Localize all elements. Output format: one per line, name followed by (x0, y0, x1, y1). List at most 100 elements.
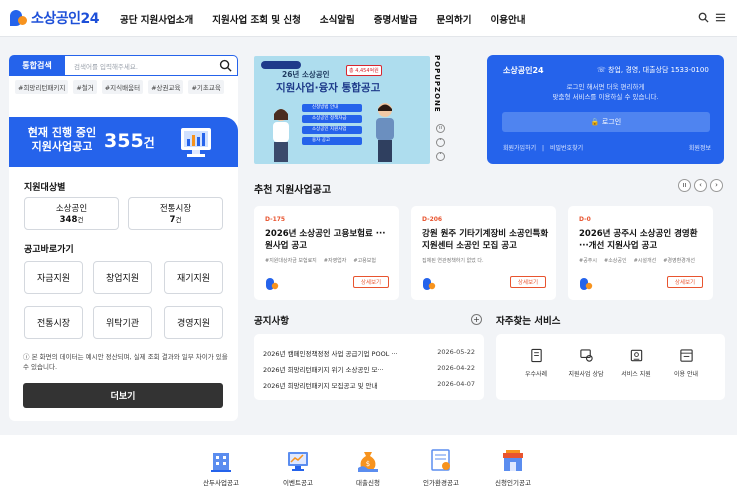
service-item[interactable]: 이용 안내 (661, 348, 711, 378)
card-title: 2026년 공주시 소상공인 경영환···개선 지원사업 공고 (579, 229, 698, 251)
ongoing-count-banner[interactable]: 현재 진행 중인 지원사업공고 355건 (9, 117, 238, 167)
quick-button-fund[interactable]: 자금지원 (24, 261, 83, 294)
main-nav: 공단 지원사업소개 지원사업 조회 및 신청 소식알림 증명서발급 문의하기 이… (120, 12, 544, 26)
footer-quick-links: 산두사업공고 이벤트공고 $ 대출신청 인가환경공고 신청인기공고 (0, 435, 737, 495)
document-icon (530, 348, 542, 363)
search-icon[interactable] (698, 12, 709, 23)
service-item[interactable]: 서비스 지원 (611, 348, 661, 378)
recommend-title: 추천 지원사업공고 (254, 185, 332, 196)
nav-item-apply[interactable]: 지원사업 조회 및 신청 (212, 12, 301, 26)
consult-phone: ☏ 창업, 경영, 대출상담 1533-0100 (597, 66, 709, 74)
chevron-right-icon[interactable]: › (710, 179, 723, 192)
left-panel: 통합검색 검색어를 입력해주세요. #희망리턴패키지 #철거 #지식배움터 #상… (9, 55, 238, 421)
detail-button[interactable]: 상세보기 (353, 276, 389, 288)
popup-banner[interactable]: 26년 소상공인 총 4,454억원 지원사업·융자 통합공고 신청방법 안내 … (254, 56, 430, 164)
notice-item[interactable]: 2026년 희망리턴패키지 모집공고 및 안내 2026-04-07 (263, 380, 475, 390)
detail-button[interactable]: 상세보기 (667, 276, 703, 288)
popup-steps: 신청방법 안내 소상공인 정책자금 소상공인 지원사업 융자 공고 (302, 104, 362, 148)
signup-link[interactable]: 회원가입하기 (503, 145, 536, 152)
banner-count: 355건 (104, 130, 155, 152)
quick-button-startup[interactable]: 창업지원 (93, 261, 152, 294)
menu-icon[interactable] (715, 12, 726, 23)
search-icon[interactable] (219, 59, 232, 72)
popup-step: 융자 공고 (302, 137, 362, 145)
services-title: 자주찾는 서비스 (496, 316, 561, 327)
more-button[interactable]: 더보기 (23, 383, 223, 408)
nav-item-certificate[interactable]: 증명서발급 (374, 12, 418, 26)
nav-item-inquiry[interactable]: 문의하기 (437, 12, 472, 26)
consult-icon (579, 349, 593, 362)
nav-item-guide[interactable]: 이용안내 (490, 12, 525, 26)
dday-badge: D-206 (422, 216, 443, 223)
chevron-down-icon[interactable]: ˅ (436, 152, 445, 161)
dday-badge: D-0 (579, 216, 591, 223)
card-keywords: #지원대상자금 보험료지 #자영업자 #고용보험 (265, 258, 376, 264)
quick-button-agency[interactable]: 위탁기관 (93, 306, 152, 339)
find-password-link[interactable]: 비밀번호찾기 (550, 145, 583, 152)
services-list: 우수사례 지원사업 상담 서비스 지원 이용 안내 (496, 334, 725, 400)
guide-icon (679, 349, 693, 362)
footer-item[interactable]: 인가환경공고 (408, 447, 474, 487)
footer-item[interactable]: 이벤트공고 (265, 447, 331, 487)
agency-logo-icon (423, 278, 436, 290)
quick-button-management[interactable]: 경영지원 (164, 306, 223, 339)
keyword-tag[interactable]: #철거 (73, 80, 97, 94)
footer-item[interactable]: 산두사업공고 (188, 447, 254, 487)
quick-button-restart[interactable]: 재기지원 (164, 261, 223, 294)
notice-list: 2026년 캠페인정책정정 사업 공급기업 POOL ··· 2026-05-22… (254, 334, 484, 400)
popup-year: 26년 소상공인 (282, 70, 330, 79)
footer-item[interactable]: $ 대출신청 (335, 447, 401, 487)
card-keywords: #공주시 #소상공인 #시설개선 #경영환경개선 (579, 258, 695, 264)
popup-title: 지원사업·융자 통합공고 (276, 82, 381, 94)
popup-step: 소상공인 정책자금 (302, 115, 362, 123)
popup-zone-label: POPUPZONE (433, 55, 441, 113)
target-section-title: 지원대상별 (24, 183, 66, 193)
search-input[interactable]: 검색어를 입력해주세요. (65, 55, 238, 76)
header: 소상공인24 공단 지원사업소개 지원사업 조회 및 신청 소식알림 증명서발급… (0, 0, 737, 37)
data-disclaimer: ⓘ 본 화면의 데이터는 예시안 정산되며, 실제 조회 결과와 일부 차이가 … (23, 353, 228, 371)
recommend-card[interactable]: D-175 2026년 소상공인 고용보험료 ··· 원사업 공고 #지원대상자… (254, 206, 399, 300)
popup-step: 신청방법 안내 (302, 104, 362, 112)
chevron-left-icon[interactable]: ‹ (694, 179, 707, 192)
notice-item[interactable]: 2026년 캠페인정책정정 사업 공급기업 POOL ··· 2026-05-22 (263, 348, 475, 358)
footer-item[interactable]: 신청인기공고 (480, 447, 546, 487)
recommend-card[interactable]: D-206 강원 원주 기타기계장비 소공인특화지원센터 소공인 모집 공고 집… (411, 206, 556, 300)
nav-item-intro[interactable]: 공단 지원사업소개 (120, 12, 193, 26)
login-panel: 소상공인24 ☏ 창업, 경영, 대출상담 1533-0100 로그인 해서면 … (487, 55, 724, 164)
keyword-tag[interactable]: #지식배움터 (101, 80, 144, 94)
detail-button[interactable]: 상세보기 (510, 276, 546, 288)
nav-item-news[interactable]: 소식알림 (320, 12, 355, 26)
pause-icon[interactable]: ıı (678, 179, 691, 192)
search-bar: 통합검색 검색어를 입력해주세요. (9, 55, 238, 76)
login-links: 회원가입하기 | 비밀번호찾기 회원정보 (503, 143, 711, 152)
quick-button-market[interactable]: 전통시장 (24, 306, 83, 339)
keyword-tag[interactable]: #상권교육 (148, 80, 184, 94)
keyword-tag[interactable]: #희망리턴패키지 (15, 80, 69, 94)
store-icon (503, 450, 523, 471)
agency-logo-icon (266, 278, 279, 290)
building-icon (211, 453, 231, 472)
target-card-smallbiz[interactable]: 소상공인 348건 (24, 197, 119, 230)
plus-icon[interactable]: + (471, 314, 482, 325)
lock-icon: 🔒 (590, 118, 602, 126)
keyword-tag[interactable]: #기초교육 (188, 80, 224, 94)
target-card-market[interactable]: 전통시장 7건 (128, 197, 223, 230)
login-message: 로그인 해서면 더욱 편리하게 맞춤형 서비스를 이용하실 수 있습니다. (552, 83, 659, 101)
search-tag: 통합검색 (9, 55, 65, 76)
logo[interactable]: 소상공인24 (10, 8, 100, 28)
svg-text:$: $ (366, 460, 370, 468)
chevron-up-icon[interactable]: ˄ (436, 138, 445, 147)
notice-item[interactable]: 2026년 희망리턴패키지 위기 소상공인 모··· 2026-04-22 (263, 364, 475, 374)
service-item[interactable]: 지원사업 상담 (561, 348, 611, 378)
dday-badge: D-175 (265, 216, 286, 223)
login-button[interactable]: 🔒 로그인 (502, 112, 710, 132)
popup-zone: POPUPZONE ıı ˄ ˅ (433, 55, 447, 169)
pause-icon[interactable]: ıı (436, 124, 445, 133)
service-item[interactable]: 우수사례 (511, 348, 561, 378)
man-illustration-icon (376, 103, 394, 162)
notice-title: 공지사항 (254, 316, 289, 327)
recommend-card[interactable]: D-0 2026년 공주시 소상공인 경영환···개선 지원사업 공고 #공주시… (568, 206, 713, 300)
popup-step: 소상공인 지원사업 (302, 126, 362, 134)
member-info-link[interactable]: 회원정보 (689, 143, 711, 152)
quick-section-title: 공고바로가기 (24, 245, 74, 255)
